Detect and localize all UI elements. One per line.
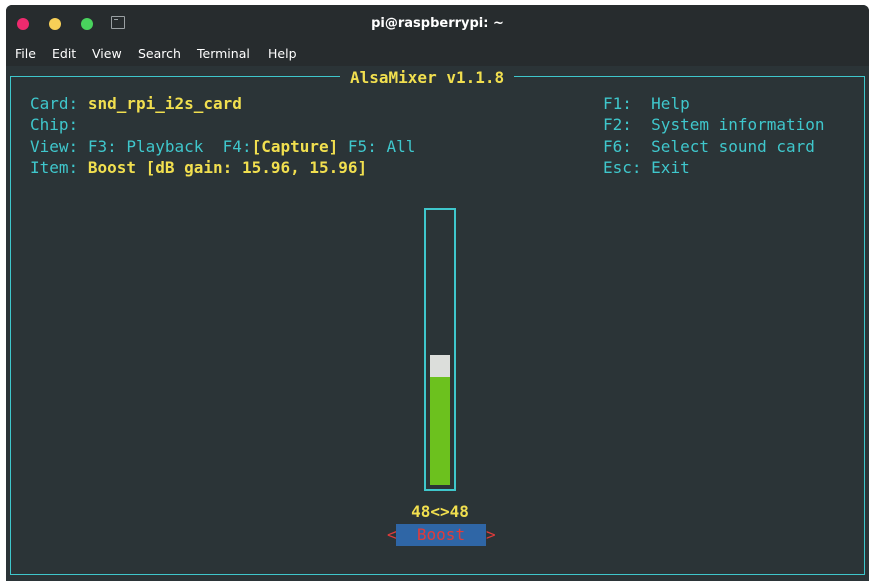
meter-track [430,214,450,485]
help-desc-f6: Select sound card [651,137,815,156]
card-label: Card: [30,94,79,113]
card-row: Card: snd_rpi_i2s_card [30,93,242,114]
meter-level-cap [430,355,450,377]
view-f5[interactable]: F5: All [348,137,415,156]
right-selection-arrow: > [486,525,496,544]
view-label: View: [30,137,79,156]
chip-label: Chip: [30,115,79,134]
menu-file[interactable]: File [15,46,36,61]
help-key-esc: Esc: [603,158,642,177]
title-bar: pi@raspberrypi: ~ [6,5,869,42]
view-f3[interactable]: F3: Playback [88,137,204,156]
menu-bar: File Edit View Search Terminal Help [6,42,869,66]
alsamixer-title: AlsaMixer v1.1.8 [340,69,515,87]
channel-levels: 48<>48 [411,502,469,521]
help-row-esc: Esc: Exit [603,157,690,178]
menu-terminal[interactable]: Terminal [197,46,250,61]
item-label: Item: [30,158,79,177]
boost-level-meter[interactable] [424,208,456,491]
help-row-f6: F6: Select sound card [603,136,815,157]
menu-help[interactable]: Help [268,46,297,61]
card-value: snd_rpi_i2s_card [87,94,242,113]
terminal-window: pi@raspberrypi: ~ File Edit View Search … [6,5,869,581]
help-row-f1: F1: Help [603,93,690,114]
item-value: Boost [dB gain: 15.96, 15.96] [87,158,368,177]
help-row-f2: F2: System information [603,114,825,135]
meter-level-fill [430,377,450,485]
help-key-f2: F2: [603,115,632,134]
help-desc-esc: Exit [651,158,690,177]
help-desc-f1: Help [651,94,690,113]
menu-search[interactable]: Search [138,46,181,61]
terminal-area[interactable]: AlsaMixer v1.1.8 Card: snd_rpi_i2s_card … [6,66,869,581]
menu-view[interactable]: View [92,46,122,61]
menu-edit[interactable]: Edit [52,46,76,61]
window-title: pi@raspberrypi: ~ [371,16,504,31]
help-desc-f2: System information [651,115,825,134]
item-row: Item: Boost [dB gain: 15.96, 15.96] [30,157,367,178]
chip-row: Chip: [30,114,78,135]
view-f4-key[interactable]: F4: [223,137,252,156]
view-row: View: F3: Playback F4:[Capture] F5: All [30,136,415,157]
view-f4-value[interactable]: [Capture] [252,137,339,156]
help-key-f1: F1: [603,94,632,113]
control-name-boost[interactable]: Boost [396,524,486,546]
help-key-f6: F6: [603,137,632,156]
